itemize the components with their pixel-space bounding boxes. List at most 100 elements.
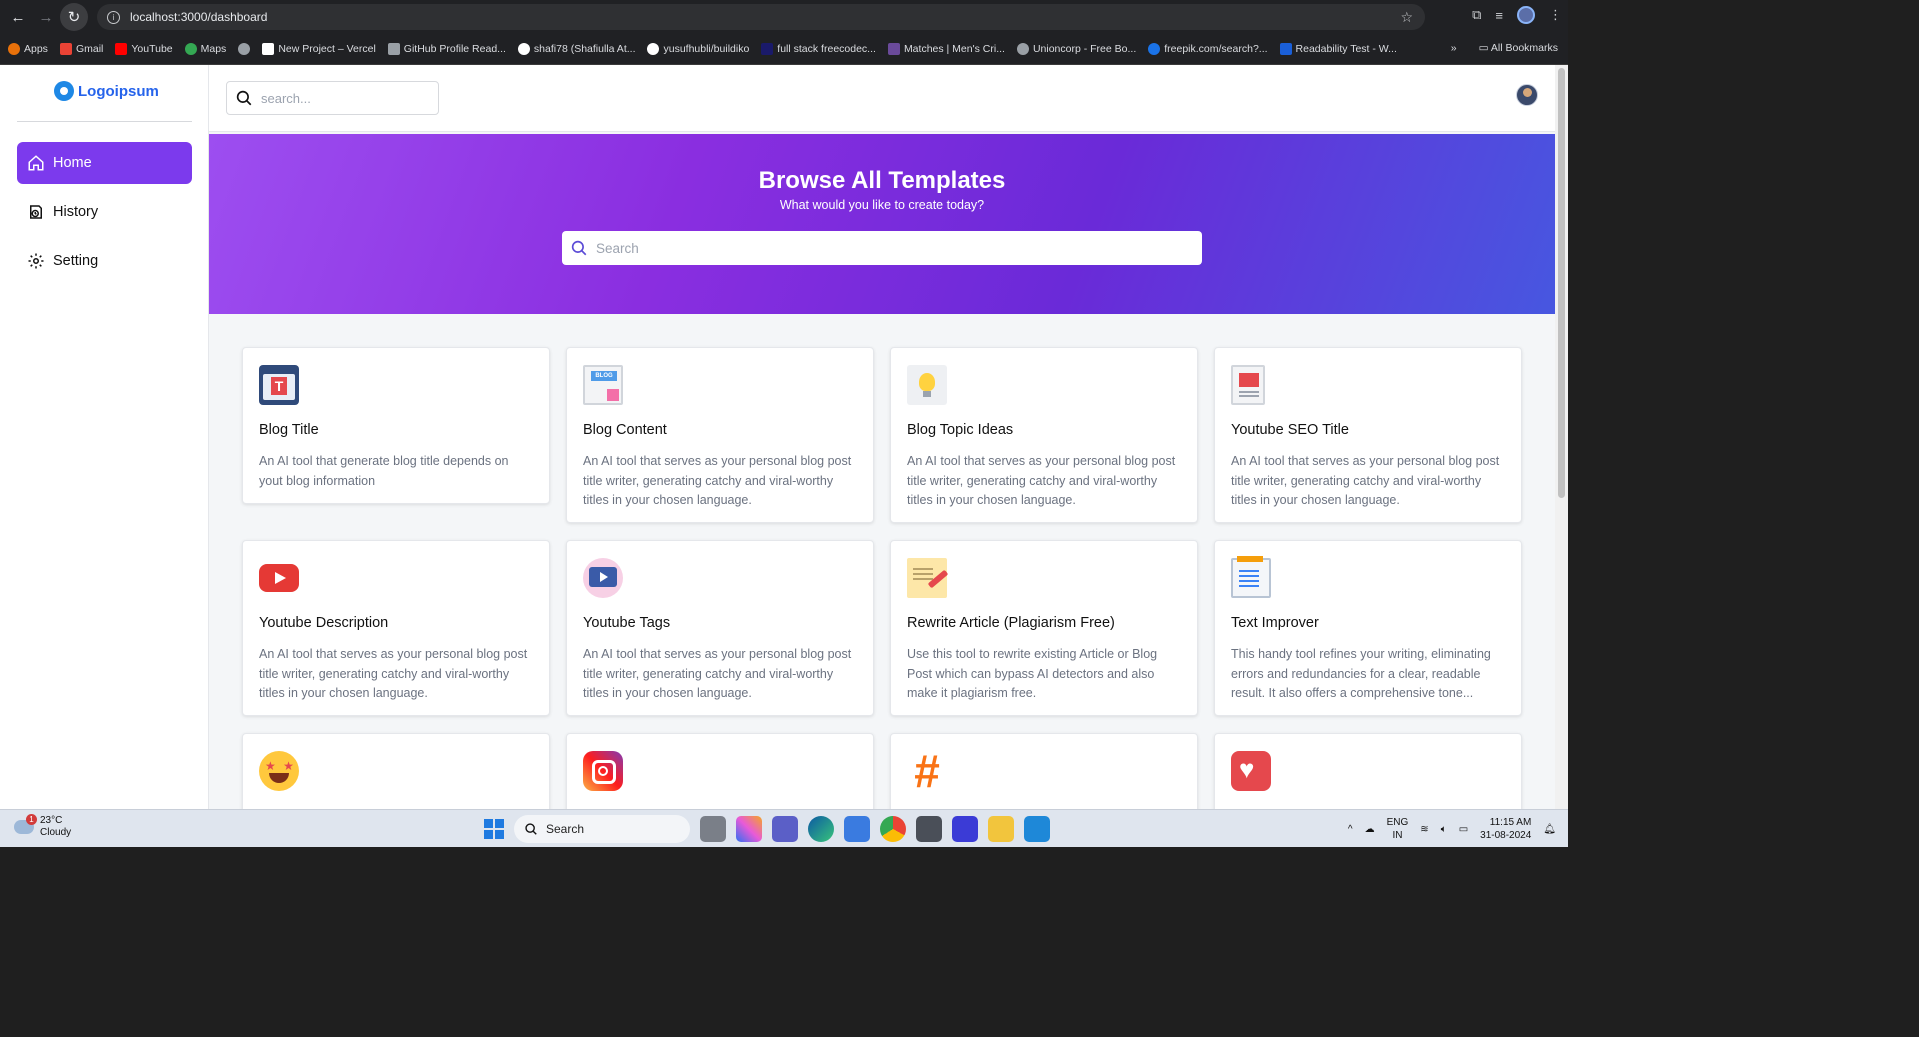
bookmark-label: Apps [24,43,48,55]
reload-icon[interactable]: ↻ [60,3,88,31]
file-explorer-icon[interactable] [988,816,1014,842]
notification-bell-icon[interactable]: 🔔︎ [1543,824,1556,835]
volume-icon[interactable]: 🔈︎ [1441,824,1447,835]
all-bookmarks-label: All Bookmarks [1490,42,1558,54]
sidebar-item-home[interactable]: Home [17,142,192,184]
bookmark-label: Unioncorp - Free Bo... [1032,43,1137,55]
dashboard-page: Logoipsum Home History Setting search... [0,65,1555,809]
logo[interactable]: Logoipsum [54,81,159,101]
bookmark-label: freepik.com/search?... [1164,43,1268,55]
template-card[interactable]: Blog Content An AI tool that serves as yo… [566,347,874,523]
sidebar-item-history[interactable]: History [17,191,192,233]
bookmark-item[interactable]: Matches | Men's Cri... [887,43,1005,55]
language-indicator[interactable]: ENG IN [1387,816,1409,842]
bookmark-label: Readability Test - W... [1295,43,1397,55]
bookmark-favicon-icon [184,43,197,55]
menu-kebab-icon[interactable]: ⋮ [1549,7,1562,23]
star-struck-emoji-icon [259,751,299,791]
forward-arrow-icon[interactable]: → [32,3,60,31]
bookmarks-overflow-icon[interactable]: » [1451,42,1457,54]
bookmark-item[interactable]: YouTube [115,43,173,55]
address-bar[interactable]: i localhost:3000/dashboard ☆ [97,4,1425,30]
bookmark-item[interactable]: freepik.com/search?... [1148,43,1268,55]
app-icon[interactable] [916,816,942,842]
vscode-icon[interactable] [1024,816,1050,842]
temperature: 23°C [40,815,63,826]
bookmark-item[interactable] [238,43,251,55]
template-card[interactable]: Rewrite Article (Plagiarism Free) Use thi… [890,540,1198,716]
logo-text: Logoipsum [78,82,159,100]
cloud-icon: 1 [14,814,37,834]
template-card[interactable] [242,733,550,809]
chrome-icon[interactable] [880,816,906,842]
copilot-icon[interactable] [736,816,762,842]
bookmark-item[interactable]: Unioncorp - Free Bo... [1016,43,1137,55]
user-avatar[interactable] [1516,84,1538,106]
bookmark-favicon-icon [1148,43,1161,55]
bookmark-item[interactable]: New Project – Vercel [262,43,376,55]
card-title: Youtube Description [259,615,389,631]
page-scrollbar[interactable] [1555,65,1568,809]
bookmark-item[interactable]: full stack freecodec... [761,43,876,55]
bookmark-favicon-icon [647,43,660,55]
template-card[interactable]: Blog Title An AI tool that generate blog … [242,347,550,504]
bookmark-item[interactable]: GitHub Profile Read... [387,43,506,55]
back-arrow-icon[interactable]: ← [4,3,32,31]
card-description: An AI tool that generate blog title depe… [259,454,509,488]
wifi-icon[interactable]: ≋ [1420,824,1428,835]
profile-avatar-icon[interactable] [1517,6,1535,24]
card-description: An AI tool that serves as your personal … [583,454,852,507]
bookmark-favicon-icon [517,43,530,55]
template-card[interactable]: Youtube Tags An AI tool that serves as yo… [566,540,874,716]
template-search[interactable]: Search [562,231,1202,265]
template-card[interactable]: Youtube Description An AI tool that serve… [242,540,550,716]
lightbulb-icon [907,365,947,405]
time: 11:15 AM [1489,817,1532,828]
card-title: Text Improver [1231,615,1319,631]
header-search[interactable]: search... [226,81,439,115]
extensions-icon[interactable]: ⧉ [1472,7,1481,23]
template-card[interactable]: Youtube SEO Title An AI tool that serves … [1214,347,1522,523]
task-view-icon[interactable] [700,816,726,842]
template-search-input[interactable]: Search [596,241,639,256]
bookmark-item[interactable]: Maps [184,43,226,55]
notepad-icon [1231,556,1271,598]
teams-icon[interactable] [772,816,798,842]
sidebar-item-setting[interactable]: Setting [17,240,192,282]
youtube-tags-icon [583,558,623,598]
weather-condition: Cloudy [40,827,72,838]
weather-widget[interactable]: 1 23°C Cloudy [14,814,72,839]
template-card[interactable]: # [890,733,1198,809]
blog-content-icon [583,365,623,405]
template-card[interactable]: Text Improver This handy tool refines you… [1214,540,1522,716]
bookmark-star-icon[interactable]: ☆ [1400,9,1413,26]
lang-bottom: IN [1392,830,1403,841]
windows-start-icon[interactable] [484,819,504,839]
battery-icon[interactable]: ▭ [1459,824,1468,835]
edge-icon[interactable] [808,816,834,842]
clock[interactable]: 11:15 AM 31-08-2024 [1480,816,1531,842]
notification-badge: 1 [26,814,37,825]
media-controls-icon[interactable]: ≡ [1495,8,1503,23]
bookmark-item[interactable]: Gmail [59,43,103,55]
bookmark-item[interactable]: shafi78 (Shafiulla At... [517,43,635,55]
onedrive-icon[interactable]: ☁ [1365,824,1375,835]
bookmark-item[interactable]: Apps [8,43,48,55]
search-input[interactable]: search... [261,91,311,106]
app-icon[interactable] [952,816,978,842]
template-card[interactable] [566,733,874,809]
chevron-up-icon[interactable]: ^ [1348,824,1353,835]
page-title: Browse All Templates [758,167,1006,194]
scrollbar-thumb[interactable] [1558,68,1565,498]
store-icon[interactable] [844,816,870,842]
bookmark-item[interactable]: yusufhubli/buildiko [647,43,749,55]
top-header: search... [209,65,1555,132]
all-bookmarks-button[interactable]: ▭ All Bookmarks [1479,42,1558,54]
bookmark-item[interactable]: Readability Test - W... [1279,43,1397,55]
site-info-icon[interactable]: i [107,10,120,24]
template-card[interactable] [1214,733,1522,809]
hero-banner: Browse All Templates What would you like… [209,134,1555,314]
template-card[interactable]: Blog Topic Ideas An AI tool that serves a… [890,347,1198,523]
taskbar-search[interactable]: Search [514,815,690,843]
sidebar-item-label: Setting [53,253,99,269]
